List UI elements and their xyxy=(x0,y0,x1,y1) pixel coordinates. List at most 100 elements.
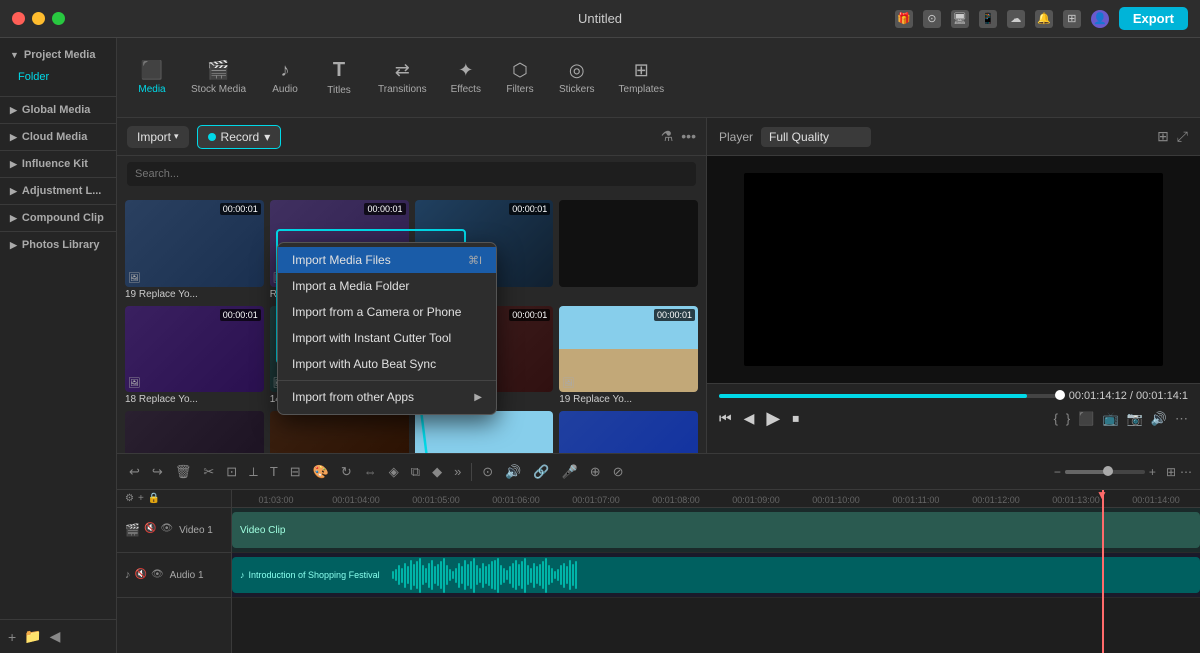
split-icon[interactable]: ⬛ xyxy=(1078,411,1094,427)
redo-icon[interactable]: ↪ xyxy=(148,461,167,483)
dropdown-item-import-other[interactable]: Import from other Apps ▶ xyxy=(278,384,496,410)
add-to-timeline-icon[interactable]: 📺 xyxy=(1102,411,1118,427)
crop-frame-icon[interactable]: ⊟ xyxy=(286,461,305,483)
track-mute-icon[interactable]: 🔇 xyxy=(144,523,156,537)
volume-icon[interactable]: 🔊 xyxy=(1151,411,1167,427)
zoom-out-icon[interactable]: − xyxy=(1054,465,1061,479)
adjust-icon[interactable]: ⧉ xyxy=(407,461,424,483)
folder-icon[interactable]: 📁 xyxy=(24,628,41,645)
more-timeline-icon[interactable]: ⋯ xyxy=(1180,465,1192,479)
collapse-icon[interactable]: ◀ xyxy=(50,628,61,645)
more-options-icon[interactable]: ⋯ xyxy=(1175,411,1188,427)
dropdown-item-import-beat[interactable]: Import with Auto Beat Sync xyxy=(278,351,496,377)
close-button[interactable] xyxy=(12,12,25,25)
grid-timeline-icon[interactable]: ⊞ xyxy=(1166,465,1176,479)
toolbar-item-templates[interactable]: ⊞ Templates xyxy=(609,54,675,101)
gift-icon[interactable]: 🎁 xyxy=(895,10,913,28)
avatar[interactable]: 👤 xyxy=(1091,10,1109,28)
split-audio-icon[interactable]: ⟂ xyxy=(245,461,262,483)
timeline-settings-icon[interactable]: ⚙ xyxy=(125,493,134,504)
list-item[interactable]: 00:00:01 🖼 19 Replace Yo... xyxy=(125,200,264,300)
audio-clip[interactable]: ♪ Introduction of Shopping Festival xyxy=(232,557,1200,593)
bracket-right-icon[interactable]: } xyxy=(1066,411,1070,427)
stabilize-icon[interactable]: ◈ xyxy=(385,461,403,483)
keyframe-icon[interactable]: ◆ xyxy=(428,461,446,483)
magnet-icon[interactable]: 🔊 xyxy=(501,461,525,483)
sidebar-item-influence-kit[interactable]: ▶ Influence Kit xyxy=(0,153,116,175)
sidebar-item-compound-clip[interactable]: ▶ Compound Clip xyxy=(0,207,116,229)
progress-bar[interactable] xyxy=(719,394,1061,398)
more-tools-icon[interactable]: » xyxy=(450,461,465,482)
toolbar-item-stock[interactable]: 🎬 Stock Media xyxy=(181,54,256,101)
list-item[interactable]: 🖼 xyxy=(270,411,409,453)
list-item[interactable]: 00:00:01 🖼 19 Replace Yo... xyxy=(559,306,698,406)
toolbar-item-audio[interactable]: ♪ Audio xyxy=(260,54,310,101)
toolbar-item-media[interactable]: ⬛ Media xyxy=(127,54,177,101)
maximize-button[interactable] xyxy=(52,12,65,25)
voice-icon[interactable]: 🎤 xyxy=(558,461,582,483)
toolbar-item-effects[interactable]: ✦ Effects xyxy=(441,54,491,101)
grid-view-icon[interactable]: ⊞ xyxy=(1157,128,1169,145)
stop-button[interactable]: ⏹ xyxy=(792,410,799,427)
add-track-icon[interactable]: + xyxy=(138,493,144,504)
filter-icon[interactable]: ⚗ xyxy=(661,128,674,145)
import-button[interactable]: Import ▾ xyxy=(127,126,189,148)
playhead[interactable] xyxy=(1102,490,1104,653)
link-icon[interactable]: 🔗 xyxy=(529,461,553,483)
toolbar-item-filters[interactable]: ⬡ Filters xyxy=(495,54,545,101)
audio-mute-icon[interactable]: 🔇 xyxy=(135,569,147,581)
zoom-slider[interactable] xyxy=(1065,470,1145,474)
audio-detach-icon[interactable]: ⊘ xyxy=(609,461,628,483)
camera-icon[interactable]: 📷 xyxy=(1127,411,1143,427)
record-button[interactable]: Record ▾ xyxy=(197,125,282,149)
track-visibility-icon[interactable]: 👁 xyxy=(160,523,173,537)
sidebar-item-folder[interactable]: Folder xyxy=(0,66,116,88)
play-button[interactable]: ▶ xyxy=(766,408,780,429)
dropdown-item-import-instant[interactable]: Import with Instant Cutter Tool xyxy=(278,325,496,351)
list-item[interactable]: 🖼 xyxy=(125,411,264,453)
video-clip[interactable]: Video Clip xyxy=(232,512,1200,548)
dropdown-item-import-folder[interactable]: Import a Media Folder xyxy=(278,273,496,299)
more-icon[interactable]: ••• xyxy=(681,128,696,145)
list-item[interactable]: 🖼 xyxy=(415,411,554,453)
export-button[interactable]: Export xyxy=(1119,7,1188,30)
zoom-in-icon[interactable]: + xyxy=(1149,465,1156,479)
toolbar-item-stickers[interactable]: ◎ Stickers xyxy=(549,54,605,101)
color-icon[interactable]: 🎨 xyxy=(309,461,333,483)
dropdown-item-import-camera[interactable]: Import from a Camera or Phone xyxy=(278,299,496,325)
delete-icon[interactable]: 🗑 xyxy=(171,461,196,483)
list-item[interactable] xyxy=(559,200,698,300)
lock-icon[interactable]: 🔒 xyxy=(148,493,160,504)
frame-back-icon[interactable]: ◀ xyxy=(744,410,755,427)
fullscreen-icon[interactable]: ⤢ xyxy=(1177,128,1188,145)
record-circle-icon[interactable]: ⊙ xyxy=(923,10,941,28)
sidebar-item-project-media[interactable]: ▼ Project Media xyxy=(0,44,116,66)
skip-back-icon[interactable]: ⏮ xyxy=(719,410,732,427)
audio-visibility-icon[interactable]: 👁 xyxy=(151,569,164,581)
bell-icon[interactable]: 🔔 xyxy=(1035,10,1053,28)
list-item[interactable]: 🖼 xyxy=(559,411,698,453)
dropdown-item-import-files[interactable]: Import Media Files ⌘I xyxy=(278,247,496,273)
monitor-icon[interactable]: 🖥 xyxy=(951,10,969,28)
list-item[interactable]: 00:00:01 🖼 18 Replace Yo... xyxy=(125,306,264,406)
text-insert-icon[interactable]: T xyxy=(266,461,282,482)
crop-icon[interactable]: ⊡ xyxy=(222,461,241,483)
mirror-icon[interactable]: ⇔ xyxy=(360,461,381,482)
quality-select[interactable]: Full Quality Half Quality Quarter Qualit… xyxy=(761,127,871,147)
track-add-icon[interactable]: ⊕ xyxy=(586,461,605,483)
rotate-icon[interactable]: ↻ xyxy=(337,461,356,483)
bracket-left-icon[interactable]: { xyxy=(1054,411,1058,427)
search-input[interactable] xyxy=(127,162,696,186)
toolbar-item-titles[interactable]: T Titles xyxy=(314,53,364,102)
minimize-button[interactable] xyxy=(32,12,45,25)
sidebar-item-adjustment[interactable]: ▶ Adjustment L... xyxy=(0,180,116,202)
cloud-icon[interactable]: ☁ xyxy=(1007,10,1025,28)
cut-icon[interactable]: ✂ xyxy=(199,461,218,483)
phone-icon[interactable]: 📱 xyxy=(979,10,997,28)
sidebar-item-global-media[interactable]: ▶ Global Media xyxy=(0,99,116,121)
snap-icon[interactable]: ⊙ xyxy=(478,461,497,483)
toolbar-item-transitions[interactable]: ⇄ Transitions xyxy=(368,54,437,101)
add-folder-icon[interactable]: + xyxy=(8,629,16,645)
sidebar-item-photos-library[interactable]: ▶ Photos Library xyxy=(0,234,116,256)
undo-icon[interactable]: ↩ xyxy=(125,461,144,483)
